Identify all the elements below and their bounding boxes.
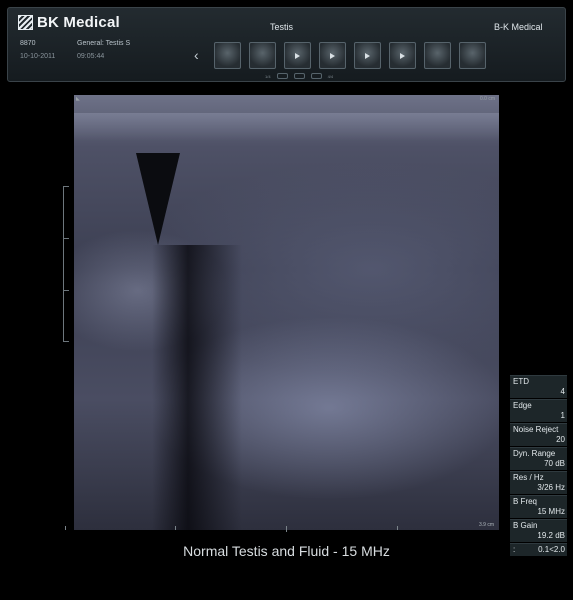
fluid-region bbox=[136, 153, 180, 245]
header-bar: BK Medical 8870 10-10-2011 General: Test… bbox=[7, 7, 566, 82]
lateral-ruler bbox=[65, 526, 499, 532]
param-label: Edge bbox=[513, 401, 532, 410]
thumbnail-4[interactable] bbox=[319, 42, 346, 69]
param-dynamic-range: Dyn. Range 70 dB bbox=[510, 447, 567, 470]
thumbnail-5[interactable] bbox=[354, 42, 381, 69]
param-label: ETD bbox=[513, 377, 529, 386]
param-label: Dyn. Range bbox=[513, 449, 556, 458]
param-b-gain: B Gain 19.2 dB bbox=[510, 519, 567, 542]
param-value: 4 bbox=[560, 387, 565, 396]
brand-name: BK Medical bbox=[37, 14, 120, 31]
vendor-title: B-K Medical bbox=[494, 22, 543, 32]
param-value: 3/26 Hz bbox=[537, 483, 565, 492]
exam-time: 09:05:44 bbox=[77, 53, 105, 60]
probe-marker-icon: ◣ bbox=[76, 96, 80, 102]
tunica-band bbox=[74, 113, 499, 141]
brand-logo: BK Medical bbox=[18, 14, 120, 31]
thumbnail-1[interactable] bbox=[214, 42, 241, 69]
param-value: 70 dB bbox=[544, 459, 565, 468]
depth-ruler bbox=[63, 186, 69, 342]
param-label: Noise Reject bbox=[513, 425, 559, 434]
thumbnail-pager: 1/4 4/4 bbox=[265, 73, 333, 79]
pager-dot[interactable] bbox=[293, 73, 305, 79]
param-label: B Freq bbox=[513, 497, 538, 506]
param-etd: ETD 4 bbox=[510, 375, 567, 398]
param-value: 20 bbox=[556, 435, 565, 444]
param-noise-reject: Noise Reject 20 bbox=[510, 423, 567, 446]
image-caption: Normal Testis and Fluid - 15 MHz bbox=[183, 543, 390, 559]
play-icon bbox=[365, 52, 370, 59]
bk-logo-icon bbox=[18, 15, 33, 30]
thumbnail-3[interactable] bbox=[284, 42, 311, 69]
exam-date: 10-10-2011 bbox=[20, 53, 56, 60]
param-label: B Gain bbox=[513, 521, 538, 530]
thumbnail-6[interactable] bbox=[389, 42, 416, 69]
thumbnail-strip bbox=[214, 42, 486, 69]
play-icon bbox=[400, 52, 405, 59]
param-label: Res / Hz bbox=[513, 473, 544, 482]
previous-arrow-icon[interactable]: ‹ bbox=[194, 48, 199, 62]
thumbnail-2[interactable] bbox=[249, 42, 276, 69]
play-icon bbox=[330, 52, 335, 59]
thumbnail-7[interactable] bbox=[424, 42, 451, 69]
pager-left-label: 1/4 bbox=[265, 73, 271, 79]
param-edge: Edge 1 bbox=[510, 399, 567, 422]
ultrasound-image: ◣ 0.0 cm bbox=[74, 95, 499, 530]
exam-type: General: Testis S bbox=[77, 40, 131, 47]
param-value: 1 bbox=[560, 411, 565, 420]
thumbnail-8[interactable] bbox=[459, 42, 486, 69]
param-value: 15 MHz bbox=[537, 507, 565, 516]
pager-dot[interactable] bbox=[276, 73, 288, 79]
param-b-freq: B Freq 15 MHz bbox=[510, 495, 567, 518]
pager-right-label: 4/4 bbox=[327, 73, 334, 79]
parameter-panel: ETD 4 Edge 1 Noise Reject 20 Dyn. Range … bbox=[510, 375, 567, 557]
patient-id: 8870 bbox=[20, 40, 36, 47]
param-resolution: Res / Hz 3/26 Hz bbox=[510, 471, 567, 494]
exam-title: Testis bbox=[270, 22, 294, 32]
depth-start-label: 0.0 cm bbox=[479, 96, 495, 102]
param-value: 19.2 dB bbox=[537, 531, 565, 540]
play-icon bbox=[295, 52, 300, 59]
pager-dot[interactable] bbox=[310, 73, 322, 79]
acoustic-shadow bbox=[152, 245, 242, 530]
